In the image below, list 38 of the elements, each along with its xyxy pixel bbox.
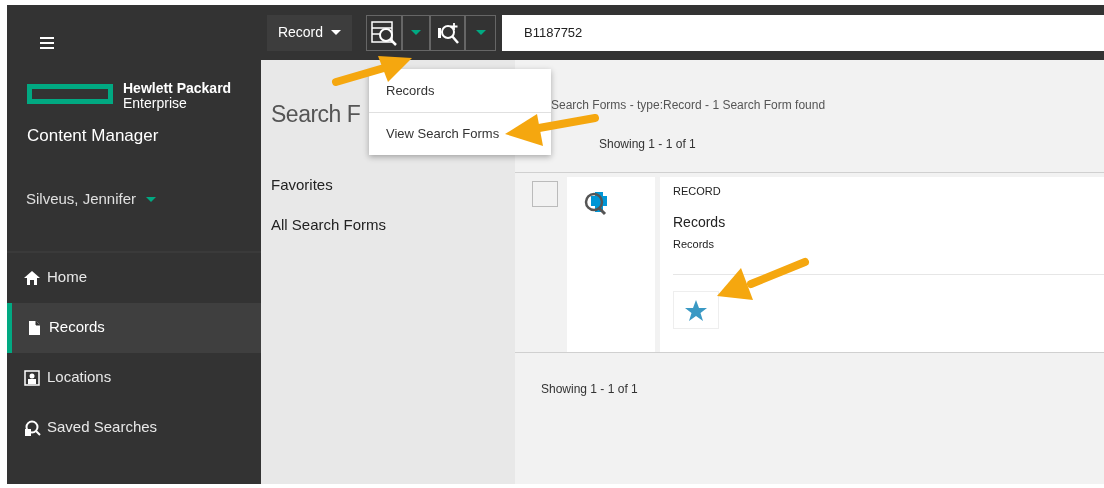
favorite-button[interactable] [673,291,719,329]
search-plus-icon [435,20,460,45]
contact-card-icon [24,369,41,386]
caret-icon [146,197,157,202]
search-icon [371,19,397,46]
menu-icon[interactable] [40,37,54,49]
new-search-button[interactable] [430,14,465,51]
page-title: Search F [271,100,361,129]
record-type: RECORD [673,184,721,199]
result-count: Showing 1 - 1 of 1 [540,381,638,398]
result-count: Showing 1 - 1 of 1 [598,136,696,153]
caret-icon [475,30,486,35]
nav-item[interactable]: Home [7,252,261,303]
nav-item[interactable]: Saved Searches [7,402,261,453]
filter-link[interactable]: Favorites [271,174,333,197]
search-form-icon [583,189,609,216]
magnifier-icon [24,419,41,436]
caret-icon [331,30,342,35]
user-menu[interactable]: Silveus, Jennifer [26,188,157,211]
brand-name: Hewlett Packard [123,81,232,96]
filter-link[interactable]: All Search Forms [271,213,387,236]
record-title[interactable]: Records [673,211,726,233]
brand-name: Enterprise [123,96,188,111]
search-records-button[interactable] [366,14,402,51]
results-summary: Search Forms - type:Record - 1 Search Form found [550,97,826,114]
home-icon [24,269,41,286]
nav-item[interactable]: Records [7,302,261,353]
star-icon [684,298,708,322]
nav-item[interactable]: Locations [7,352,261,403]
menu-item[interactable]: Records [369,69,551,112]
record-type-button[interactable]: Record [267,14,352,51]
app-title: Content Manager [26,125,160,147]
caret-icon [411,30,421,35]
search-field[interactable]: B1187752 [502,14,1104,51]
logo-rectangle-icon [27,84,113,104]
document-icon [26,319,43,336]
record-subtitle: Records [673,236,714,252]
checkbox[interactable] [532,181,558,207]
